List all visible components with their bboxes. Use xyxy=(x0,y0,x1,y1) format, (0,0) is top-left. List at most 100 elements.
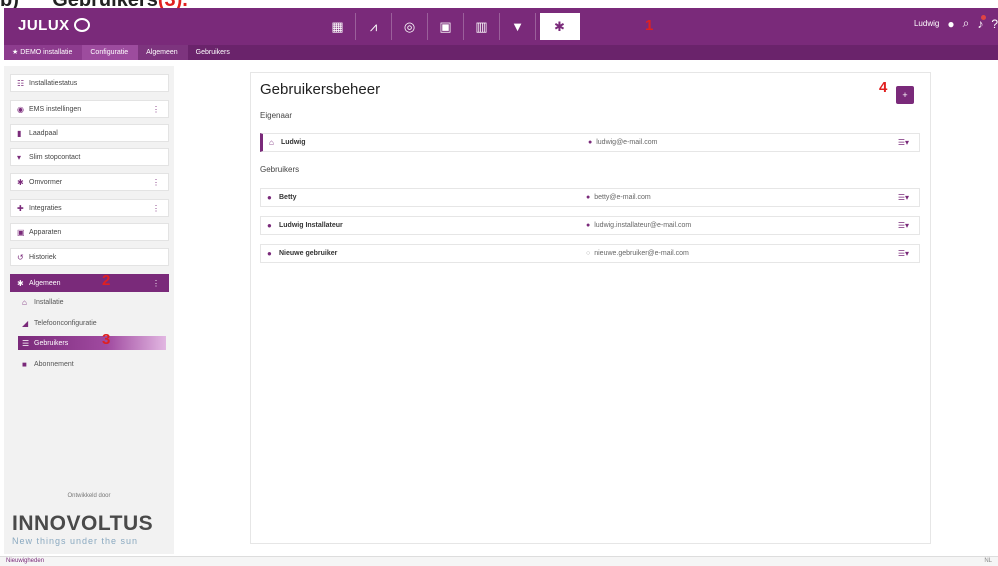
gear-icon[interactable]: ✱ xyxy=(540,13,580,40)
user-area: Ludwig ● ⌕ ♪ ? xyxy=(914,14,998,31)
footer-bar: Nieuwigheden NL xyxy=(0,556,998,566)
breadcrumb-item-configuration[interactable]: Configuratie xyxy=(82,45,139,60)
app-logo[interactable]: JULUX xyxy=(18,17,90,34)
home-icon: ⌂ xyxy=(269,138,274,147)
chart-icon[interactable]: ⩘ xyxy=(356,13,392,40)
row-menu-icon[interactable]: ☰▾ xyxy=(898,138,909,147)
user-email-cell: ○ nieuwe.gebruiker@e-mail.com xyxy=(586,250,689,257)
users-icon: ☰ xyxy=(22,338,30,348)
sidebar-item-label: Apparaten xyxy=(29,228,62,236)
page-title: Gebruikersbeheer xyxy=(260,81,381,98)
breadcrumb: ★ DEMO installatie Configuratie Algemeen… xyxy=(4,45,998,60)
help-icon[interactable]: ? xyxy=(991,17,998,31)
user-icon: ● xyxy=(267,221,272,230)
sidebar-subitem-label: Abonnement xyxy=(34,360,74,368)
verified-icon: ● xyxy=(586,194,591,201)
phone-config-icon: ◢ xyxy=(22,318,29,328)
history-icon: ↺ xyxy=(17,252,24,262)
sidebar-item-label: Omvormer xyxy=(29,178,63,186)
sidebar-subitem-abonnement[interactable]: ■ Abonnement xyxy=(18,357,166,371)
annotation-marker-1: 1 xyxy=(645,17,654,34)
verified-icon: ● xyxy=(586,222,591,229)
sidebar-item-apparaten[interactable]: ▣ Apparaten xyxy=(10,223,169,241)
owner-name: Ludwig xyxy=(281,139,306,146)
user-name: Nieuwe gebruiker xyxy=(279,250,338,257)
gear-icon: ✱ xyxy=(17,278,24,288)
owner-row[interactable]: ⌂ Ludwig ● ludwig@e-mail.com ☰▾ xyxy=(260,133,920,152)
plug-icon: ▾ xyxy=(17,152,22,162)
charger-icon: ▮ xyxy=(17,128,22,138)
breadcrumb-item-users[interactable]: Gebruikers xyxy=(187,45,240,60)
breadcrumb-item-general[interactable]: Algemeen xyxy=(138,45,188,60)
devices-icon: ▣ xyxy=(17,227,25,237)
breadcrumb-item-installation[interactable]: ★ DEMO installatie xyxy=(4,45,83,60)
more-icon[interactable]: ⋮ xyxy=(152,178,160,187)
add-user-button[interactable]: + xyxy=(896,86,914,104)
annotation-marker-2: 2 xyxy=(102,272,111,289)
sidebar: ☷ Installatiestatus ◉ EMS instellingen ⋮ ▮ L… xyxy=(4,66,174,554)
logo-text: JULUX xyxy=(18,17,70,34)
sidebar-subitem-installatie[interactable]: ⌂ Installatie xyxy=(18,295,166,309)
sidebar-item-laadpaal[interactable]: ▮ Laadpaal xyxy=(10,124,169,142)
row-menu-icon[interactable]: ☰▾ xyxy=(898,249,909,258)
sidebar-subitem-gebruikers[interactable]: ☰ Gebruikers xyxy=(18,336,166,350)
search-icon[interactable]: ⌕ xyxy=(963,16,970,31)
phone-icon[interactable]: ▥ xyxy=(464,13,500,40)
unverified-icon: ○ xyxy=(586,250,591,257)
sidebar-item-historiek[interactable]: ↺ Historiek xyxy=(10,248,169,266)
energy-icon[interactable]: ◎ xyxy=(392,13,428,40)
sidebar-item-slim-stopcontact[interactable]: ▾ Slim stopcontact xyxy=(10,148,169,166)
user-row-betty[interactable]: ● Betty ● betty@e-mail.com ☰▾ xyxy=(260,188,920,207)
sidebar-item-label: Slim stopcontact xyxy=(29,153,81,161)
user-management-panel: Gebruikersbeheer 4 + Eigenaar ⌂ Ludwig ●… xyxy=(250,72,931,544)
user-email: nieuwe.gebruiker@e-mail.com xyxy=(594,250,689,257)
row-menu-icon[interactable]: ☰▾ xyxy=(898,221,909,230)
sidebar-subitem-telefoonconfiguratie[interactable]: ◢ Telefoonconfiguratie xyxy=(18,316,166,330)
sidebar-subitem-label: Gebruikers xyxy=(34,339,69,347)
document-heading: b) Gebruikers(3). xyxy=(0,0,188,10)
sidebar-item-ems-instellingen[interactable]: ◉ EMS instellingen ⋮ xyxy=(10,100,169,118)
news-link[interactable]: Nieuwigheden xyxy=(6,558,44,564)
dashboard-icon[interactable]: ▦ xyxy=(320,13,356,40)
row-menu-icon[interactable]: ☰▾ xyxy=(898,193,909,202)
user-row-nieuwe-gebruiker[interactable]: ● Nieuwe gebruiker ○ nieuwe.gebruiker@e-m… xyxy=(260,244,920,263)
owner-email: ludwig@e-mail.com xyxy=(596,139,658,146)
username[interactable]: Ludwig xyxy=(914,19,939,28)
sidebar-item-label: Laadpaal xyxy=(29,129,58,137)
sidebar-item-label: Installatiestatus xyxy=(29,79,78,87)
settings-icon: ◉ xyxy=(17,104,24,114)
annotation-marker-3: 3 xyxy=(102,331,111,348)
notification-dot xyxy=(981,14,987,20)
more-icon[interactable]: ⋮ xyxy=(152,279,160,288)
main-nav: ▦ ⩘ ◎ ▣ ▥ ▼ ✱ xyxy=(320,13,580,40)
sidebar-item-integraties[interactable]: ✚ Integraties ⋮ xyxy=(10,199,169,217)
sidebar-subitem-label: Installatie xyxy=(34,298,64,306)
more-icon[interactable]: ⋮ xyxy=(152,204,160,213)
brand-tagline: New things under the sun xyxy=(12,536,139,546)
users-section-label: Gebruikers xyxy=(260,165,300,174)
pending-user-icon: ● xyxy=(267,249,272,258)
annotation-marker-4: 4 xyxy=(879,79,888,96)
device-icon[interactable]: ▣ xyxy=(428,13,464,40)
breadcrumb-label: Gebruikers xyxy=(195,49,230,56)
user-name: Ludwig Installateur xyxy=(279,222,343,229)
puzzle-icon: ✚ xyxy=(17,203,24,213)
user-row-ludwig-installateur[interactable]: ● Ludwig Installateur ● ludwig.installate… xyxy=(260,216,920,235)
sidebar-item-installatiestatus[interactable]: ☷ Installatiestatus xyxy=(10,74,169,92)
sidebar-item-omvormer[interactable]: ✱ Omvormer ⋮ xyxy=(10,173,169,191)
plug-icon[interactable]: ▼ xyxy=(500,13,536,40)
innovoltus-logo: INNOVOLTUS xyxy=(12,512,154,535)
sidebar-item-label: Historiek xyxy=(29,253,57,261)
user-icon[interactable]: ● xyxy=(947,17,954,31)
gear-icon: ✱ xyxy=(17,177,24,187)
sidebar-item-algemeen[interactable]: ✱ Algemeen ⋮ xyxy=(10,274,169,292)
language-selector[interactable]: NL xyxy=(984,558,992,564)
subscription-icon: ■ xyxy=(22,359,27,369)
user-name: Betty xyxy=(279,194,297,201)
breadcrumb-label: Algemeen xyxy=(146,49,178,56)
verified-icon: ● xyxy=(588,139,593,146)
powered-by: Ontwikkeld door xyxy=(67,493,111,499)
bell-icon[interactable]: ♪ xyxy=(977,14,987,31)
more-icon[interactable]: ⋮ xyxy=(152,105,160,114)
top-navigation-bar: JULUX ▦ ⩘ ◎ ▣ ▥ ▼ ✱ 1 Ludwig ● ⌕ ♪ ? xyxy=(4,8,998,45)
